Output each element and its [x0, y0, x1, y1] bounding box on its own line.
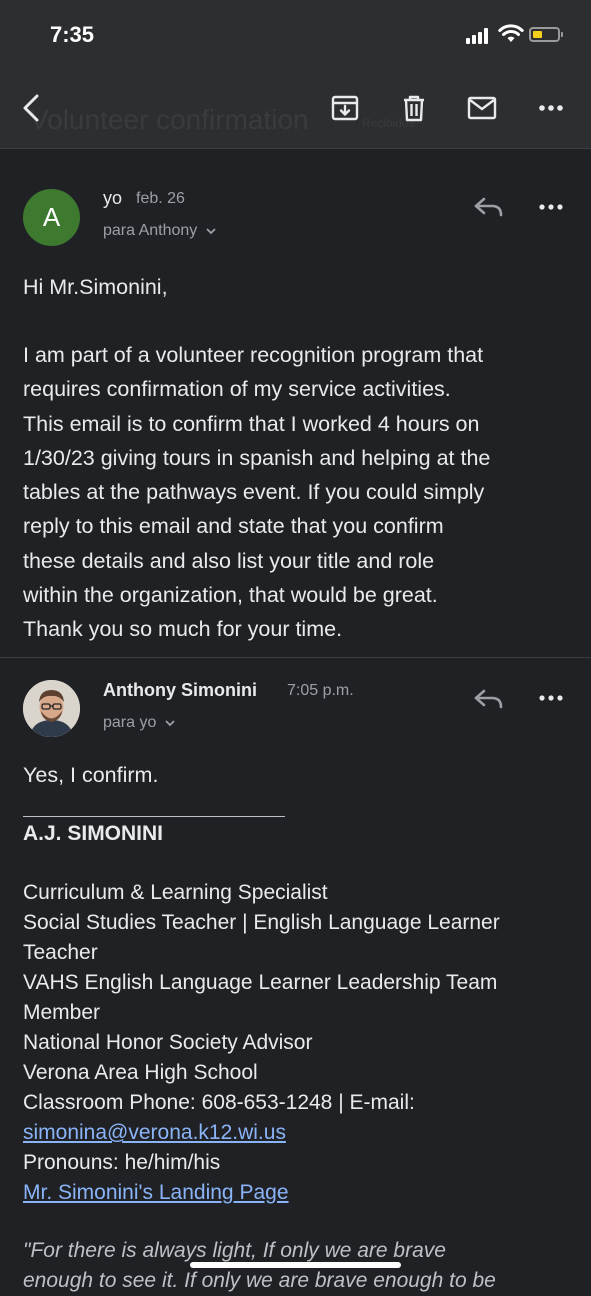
- body-line: I am part of a volunteer recognition pro…: [23, 343, 484, 367]
- body-line: requires confirmation of my service acti…: [23, 377, 451, 402]
- pronouns: Pronouns: he/him/his: [23, 1151, 221, 1174]
- body-line: 1/30/23 giving tours in spanish and help…: [23, 445, 491, 470]
- sender-name: yo: [103, 188, 123, 208]
- signature-line: Member: [23, 1001, 101, 1024]
- quote-line: enough to see it. If only we are brave e…: [23, 1269, 496, 1292]
- body-line: tables at the pathways event. If you cou…: [23, 480, 485, 505]
- signature-line: Teacher: [23, 941, 98, 964]
- signature-line: Verona Area High School: [23, 1061, 258, 1084]
- message-date: 7:05 p.m.: [287, 682, 354, 699]
- message-greeting: Hi Mr.Simonini,: [23, 275, 168, 299]
- signature-line: VAHS English Language Learner Leadership…: [23, 971, 498, 994]
- body-line: these details and also list your title a…: [23, 548, 435, 573]
- email-toolbar: Volunteer confirmation Recibidos: [0, 70, 591, 149]
- more-icon[interactable]: [535, 92, 567, 124]
- body-line: This email is to confirm that I worked 4…: [23, 411, 480, 436]
- person-photo-icon: [23, 680, 80, 737]
- recipient-label: para yo: [103, 714, 157, 731]
- trash-icon[interactable]: [398, 92, 430, 124]
- signature-rule: [23, 816, 285, 817]
- message-divider: [0, 657, 591, 658]
- wifi-icon: [498, 24, 524, 42]
- signature-name: A.J. SIMONINI: [23, 822, 164, 845]
- recipient-label: para Anthony: [103, 222, 198, 239]
- battery-icon: [529, 27, 563, 42]
- email-link[interactable]: simonina@verona.k12.wi.us: [23, 1121, 286, 1144]
- message-body: I am part of a volunteer recognition pro…: [23, 338, 490, 647]
- chevron-down-icon: [206, 228, 216, 235]
- status-bar: 7:35: [0, 0, 591, 70]
- cellular-signal-icon: [466, 28, 492, 44]
- reply-text: Yes, I confirm.: [23, 763, 159, 787]
- reply-icon[interactable]: [472, 193, 506, 221]
- more-options-icon[interactable]: [534, 193, 568, 221]
- landing-page-link[interactable]: Mr. Simonini's Landing Page: [23, 1181, 289, 1204]
- body-line: reply to this email and state that you c…: [23, 514, 444, 539]
- message-date: feb. 26: [136, 190, 185, 207]
- archive-icon[interactable]: [329, 92, 361, 124]
- signature-line: Social Studies Teacher | English Languag…: [23, 911, 500, 934]
- chevron-down-icon: [165, 720, 175, 727]
- home-indicator[interactable]: [190, 1262, 401, 1268]
- reply-icon[interactable]: [472, 685, 506, 713]
- more-options-icon[interactable]: [534, 684, 568, 712]
- back-icon[interactable]: [16, 92, 48, 124]
- recipient-details-toggle[interactable]: para Anthony: [103, 222, 217, 240]
- body-line: within the organization, that would be g…: [23, 583, 438, 608]
- recipient-details-toggle[interactable]: para yo: [103, 714, 176, 732]
- sender-name: Anthony Simonini: [103, 680, 257, 700]
- body-line: Thank you so much for your time.: [23, 617, 343, 642]
- avatar[interactable]: A: [23, 189, 80, 246]
- email-subject: Volunteer confirmation: [30, 104, 309, 135]
- mail-icon[interactable]: [466, 92, 498, 124]
- signature-line: Curriculum & Learning Specialist: [23, 881, 328, 904]
- avatar[interactable]: [23, 680, 80, 737]
- signature-line: National Honor Society Advisor: [23, 1031, 313, 1054]
- signature-line: Classroom Phone: 608-653-1248 | E-mail:: [23, 1091, 415, 1114]
- status-time: 7:35: [50, 22, 95, 47]
- signature-block: Curriculum & Learning Specialist Social …: [23, 878, 500, 1208]
